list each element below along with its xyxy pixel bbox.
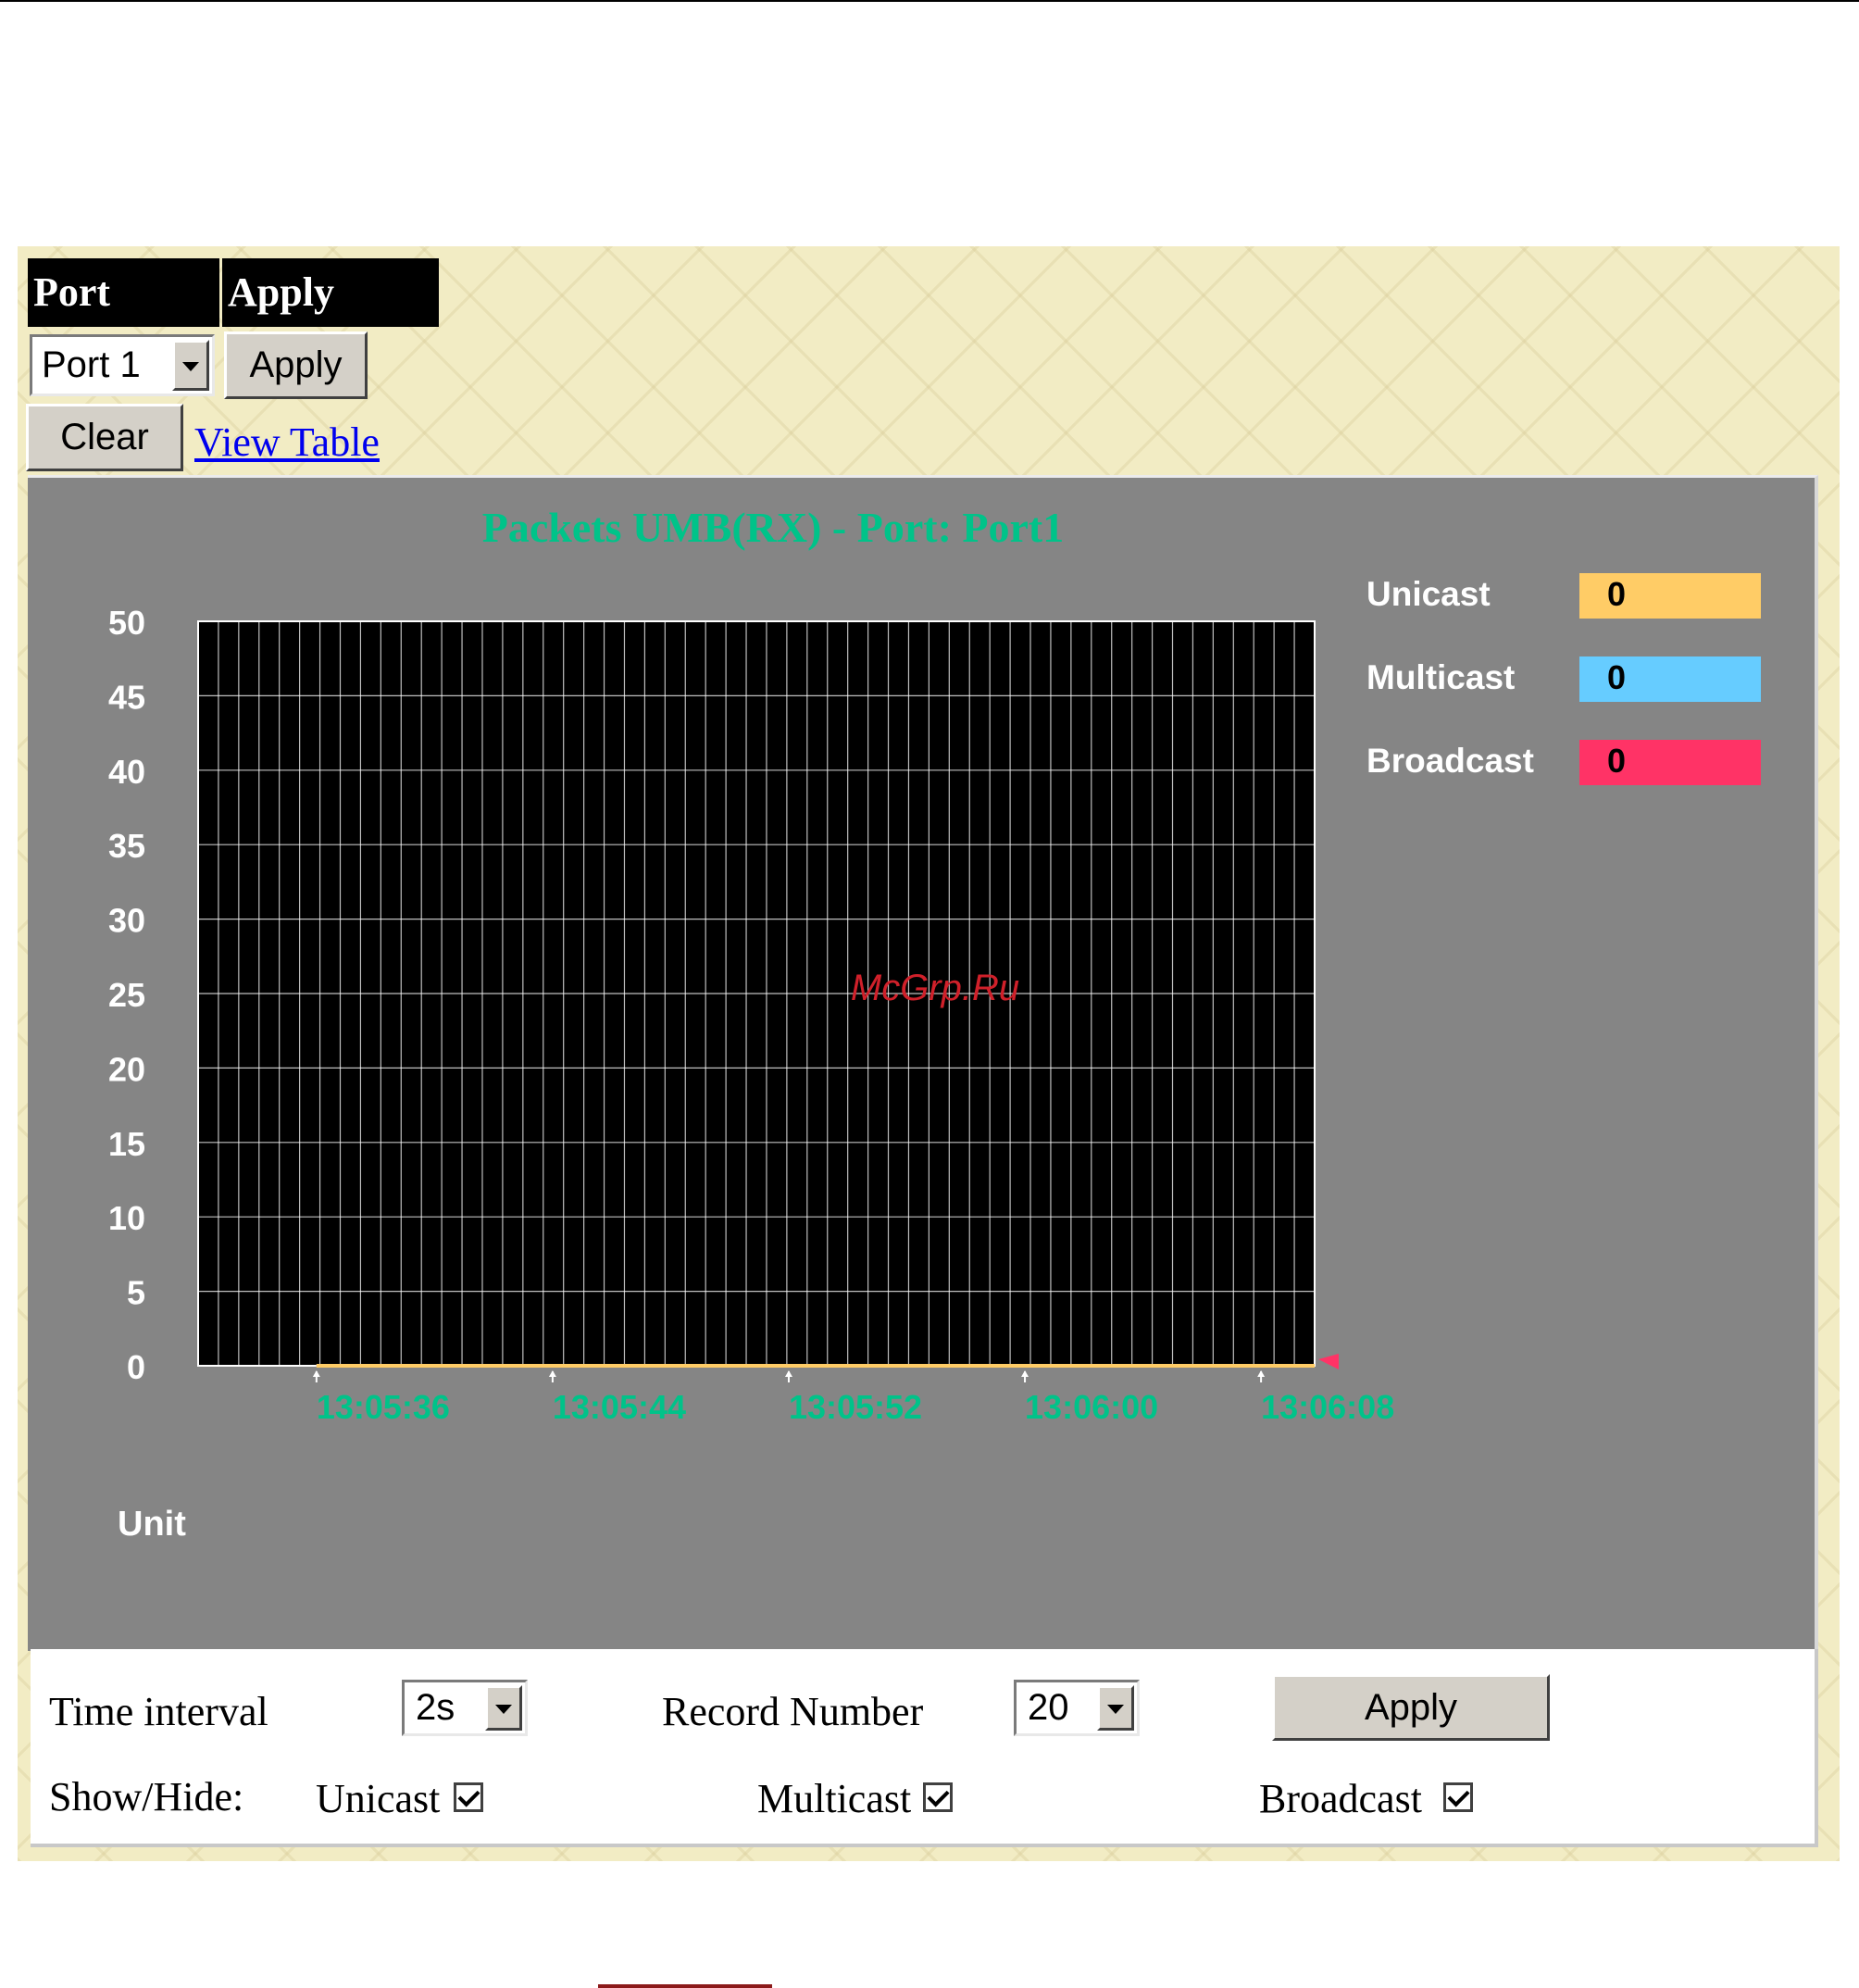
y-tick-label: 10 — [108, 1199, 145, 1237]
y-tick-label: 50 — [108, 604, 145, 642]
record-number-value: 20 — [1028, 1687, 1069, 1728]
y-tick-label: 15 — [108, 1125, 145, 1163]
broadcast-checkbox-label: Broadcast — [1259, 1776, 1422, 1821]
x-tick-arrow-icon — [1021, 1370, 1029, 1377]
x-tick-arrow-icon — [784, 1370, 792, 1377]
x-tick-label: 13:06:08 — [1261, 1388, 1394, 1426]
show-hide-label: Show/Hide: — [49, 1774, 244, 1819]
controls-apply-button[interactable]: Apply — [1272, 1674, 1550, 1741]
x-tick-arrow-icon — [1257, 1370, 1266, 1377]
bottom-mark — [598, 1984, 772, 1988]
y-tick-label: 45 — [108, 678, 145, 716]
chevron-down-icon[interactable] — [172, 340, 209, 391]
port-apply-button[interactable]: Apply — [224, 331, 368, 399]
port-select[interactable]: Port 1 — [30, 334, 215, 396]
y-tick-label: 5 — [127, 1274, 145, 1312]
legend-label-broadcast: Broadcast — [1366, 742, 1534, 780]
clear-button[interactable]: Clear — [26, 404, 183, 471]
y-tick-label: 25 — [108, 976, 145, 1014]
multicast-checkbox[interactable] — [923, 1782, 953, 1812]
x-tick-label: 13:05:52 — [789, 1388, 922, 1426]
y-tick-label: 40 — [108, 753, 145, 791]
graph-area: Packets UMB(RX) - Port: Port1 0 5 10 15 20 25… — [28, 475, 1818, 1651]
record-number-select[interactable]: 20 — [1014, 1680, 1140, 1736]
multicast-checkbox-label: Multicast — [757, 1776, 912, 1821]
apply-header: Apply — [222, 258, 439, 327]
port-header: Port — [28, 258, 219, 327]
x-tick-label: 13:06:00 — [1025, 1388, 1158, 1426]
x-tick-arrow-icon — [548, 1370, 556, 1377]
time-interval-value: 2s — [416, 1687, 455, 1728]
axis-arrow-marker — [1318, 1354, 1339, 1369]
y-tick-label: 20 — [108, 1050, 145, 1088]
y-tick-label: 0 — [127, 1348, 145, 1386]
top-rule — [0, 0, 1859, 2]
y-axis-label: Unit — [118, 1505, 186, 1544]
y-tick-label: 30 — [108, 902, 145, 940]
legend-value-unicast: 0 — [1607, 575, 1626, 613]
unicast-checkbox-label: Unicast — [316, 1776, 441, 1821]
traffic-chart: Packets UMB(RX) - Port: Port1 0 5 10 15 20 25… — [108, 504, 1761, 1544]
controls-panel: Time interval 2s Record Number 20 Apply … — [31, 1649, 1818, 1847]
broadcast-checkbox[interactable] — [1443, 1782, 1473, 1812]
legend-value-broadcast: 0 — [1607, 742, 1626, 780]
unicast-checkbox[interactable] — [454, 1782, 483, 1812]
x-tick-label: 13:05:36 — [317, 1388, 450, 1426]
time-interval-label: Time interval — [49, 1689, 268, 1734]
view-table-link[interactable]: View Table — [194, 419, 380, 466]
legend-label-multicast: Multicast — [1366, 658, 1515, 696]
record-number-label: Record Number — [662, 1689, 924, 1734]
legend-label-unicast: Unicast — [1366, 575, 1491, 613]
chevron-down-icon[interactable] — [1097, 1685, 1134, 1731]
legend-value-multicast: 0 — [1607, 658, 1626, 696]
chevron-down-icon[interactable] — [485, 1685, 522, 1731]
x-tick-arrow-icon — [312, 1370, 320, 1377]
x-tick-label: 13:05:44 — [553, 1388, 686, 1426]
watermark: McGrp.Ru — [851, 968, 1019, 1008]
chart-title: Packets UMB(RX) - Port: Port1 — [482, 504, 1064, 551]
y-tick-label: 35 — [108, 827, 145, 865]
time-interval-select[interactable]: 2s — [402, 1680, 528, 1736]
port-select-value: Port 1 — [42, 344, 141, 385]
